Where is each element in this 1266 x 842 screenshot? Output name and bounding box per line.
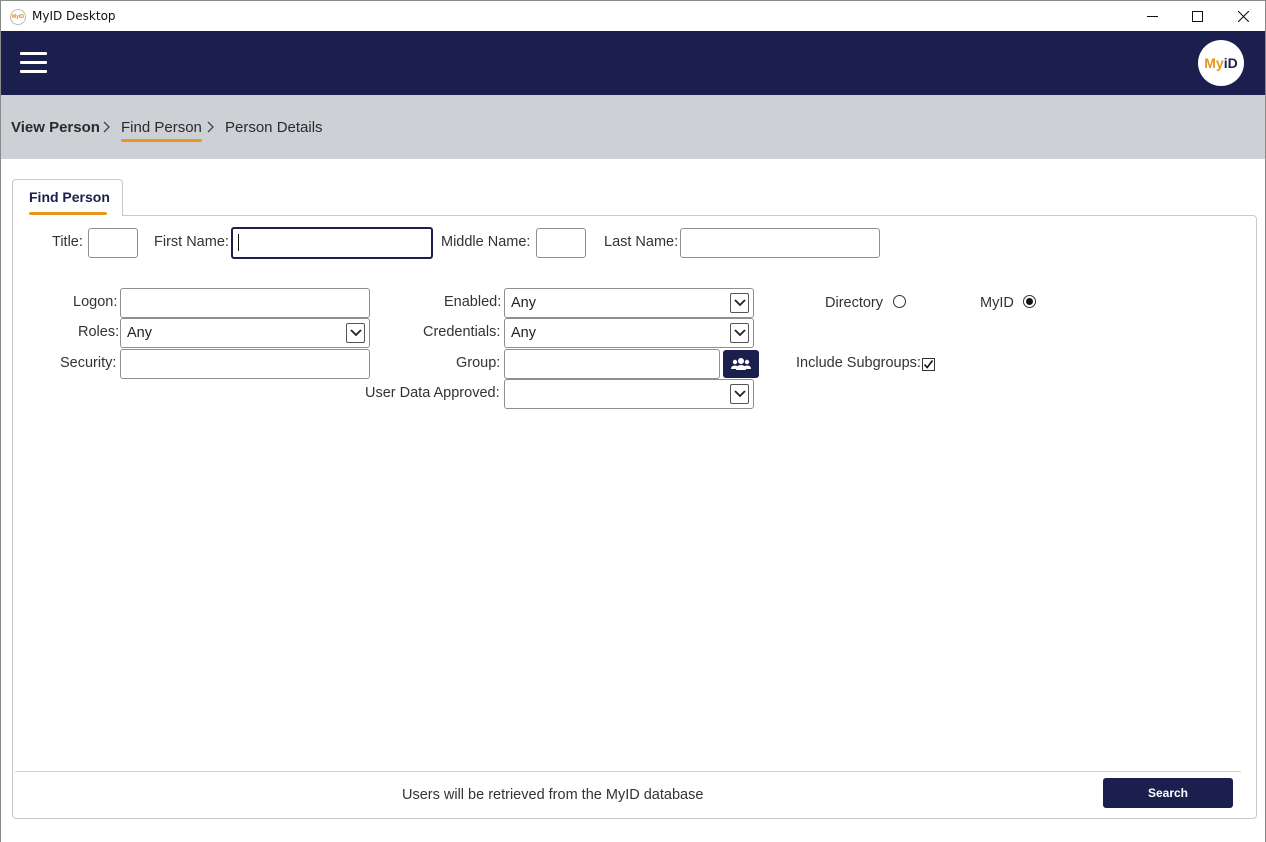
enabled-label: Enabled:	[444, 294, 502, 310]
security-label: Security:	[60, 355, 117, 371]
window-title: MyID Desktop	[32, 9, 116, 23]
breadcrumb: View Person Find Person Person Details	[1, 95, 1265, 159]
first-name-label: First Name:	[154, 234, 229, 250]
logo-my-text: My	[1204, 55, 1224, 71]
breadcrumb-item-person-details[interactable]: Person Details	[225, 119, 323, 136]
breadcrumb-item-find-person[interactable]: Find Person	[121, 119, 202, 142]
hamburger-menu-icon[interactable]	[20, 52, 47, 74]
roles-value: Any	[127, 325, 152, 341]
window-title-bar: MyID MyID Desktop	[0, 0, 1266, 31]
security-input[interactable]	[120, 349, 370, 379]
credentials-select[interactable]: Any	[504, 318, 754, 348]
tab-label: Find Person	[29, 189, 110, 205]
minimize-button[interactable]	[1129, 1, 1175, 32]
user-data-approved-label: User Data Approved:	[365, 385, 500, 401]
search-button[interactable]: Search	[1103, 778, 1233, 808]
chevron-right-icon	[206, 120, 215, 138]
app-icon: MyID	[10, 9, 26, 25]
middle-name-label: Middle Name:	[441, 234, 531, 250]
close-icon	[1237, 11, 1249, 22]
footer-divider	[15, 771, 1241, 772]
logo-id-text: iD	[1223, 55, 1238, 71]
first-name-input[interactable]	[231, 227, 433, 259]
maximize-button[interactable]	[1174, 1, 1220, 32]
credentials-value: Any	[511, 325, 536, 341]
last-name-label: Last Name:	[604, 234, 679, 250]
group-label: Group:	[456, 355, 501, 371]
breadcrumb-item-view-person[interactable]: View Person	[11, 119, 100, 136]
last-name-input[interactable]	[680, 228, 880, 258]
credentials-label: Credentials:	[423, 324, 501, 340]
middle-name-input[interactable]	[536, 228, 586, 258]
select-group-button[interactable]	[723, 350, 759, 378]
maximize-icon	[1191, 11, 1203, 22]
chevron-down-icon	[730, 323, 749, 343]
data-source-message: Users will be retrieved from the MyID da…	[402, 787, 704, 803]
roles-select[interactable]: Any	[120, 318, 370, 348]
app-header: My iD	[1, 31, 1265, 95]
tab-find-person[interactable]: Find Person	[12, 179, 123, 216]
chevron-down-icon	[730, 293, 749, 313]
chevron-down-icon	[730, 384, 749, 404]
include-subgroups-label: Include Subgroups:	[796, 355, 921, 371]
enabled-select[interactable]: Any	[504, 288, 754, 318]
directory-radio[interactable]	[893, 295, 906, 308]
minimize-icon	[1146, 16, 1158, 17]
close-button[interactable]	[1220, 1, 1266, 32]
checkmark-icon	[923, 360, 934, 369]
group-input[interactable]	[504, 349, 720, 379]
logon-input[interactable]	[120, 288, 370, 318]
tab-active-indicator	[29, 212, 107, 215]
myid-radio[interactable]	[1023, 295, 1036, 308]
chevron-down-icon	[346, 323, 365, 343]
myid-radio-label: MyID	[980, 295, 1014, 311]
people-group-icon	[731, 358, 751, 370]
roles-label: Roles:	[78, 324, 120, 340]
text-caret	[238, 234, 239, 251]
directory-radio-label: Directory	[825, 295, 884, 311]
user-data-approved-select[interactable]	[504, 379, 754, 409]
myid-logo: My iD	[1198, 40, 1244, 86]
logon-label: Logon:	[73, 294, 118, 310]
include-subgroups-checkbox[interactable]	[922, 358, 935, 371]
enabled-value: Any	[511, 295, 536, 311]
chevron-right-icon	[102, 120, 111, 138]
title-label: Title:	[52, 234, 83, 250]
title-input[interactable]	[88, 228, 138, 258]
